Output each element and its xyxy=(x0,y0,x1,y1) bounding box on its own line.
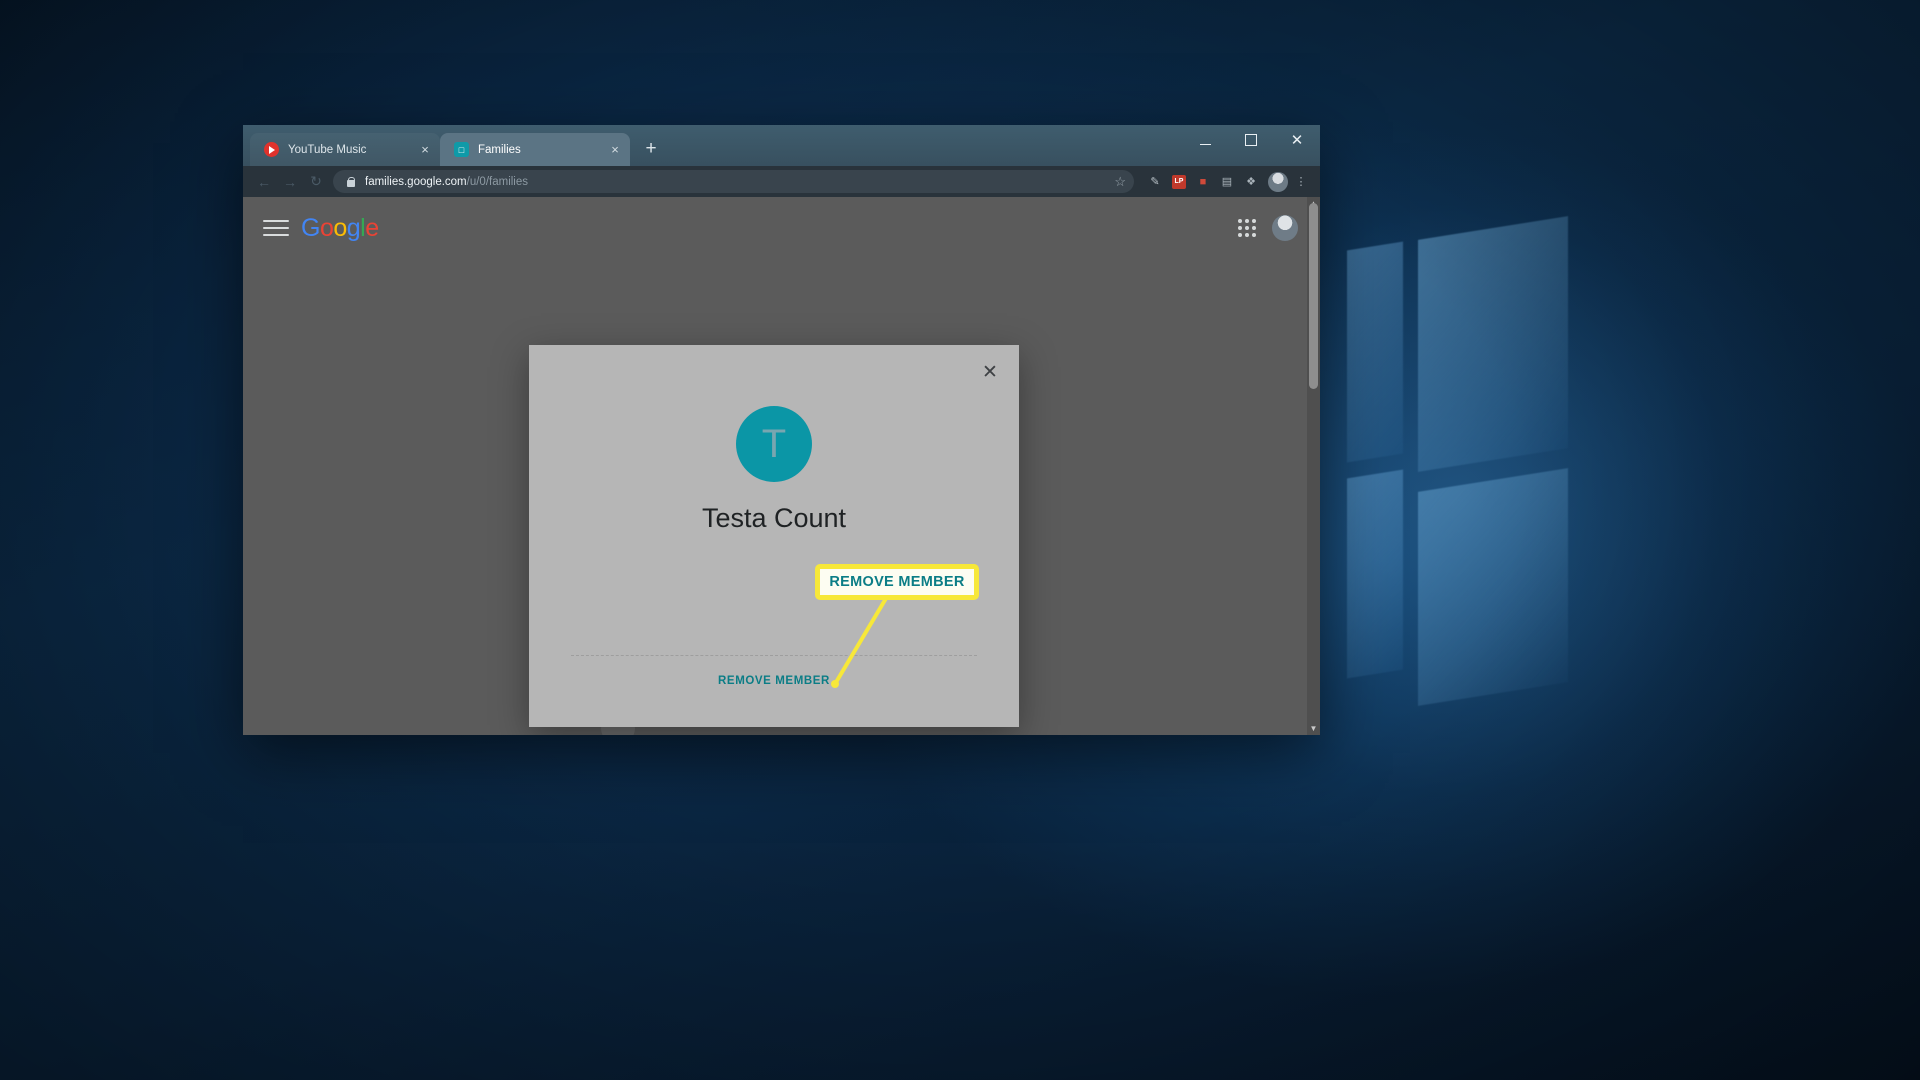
pen-extension-icon[interactable]: ✎ xyxy=(1144,171,1166,193)
minimize-button[interactable] xyxy=(1182,125,1228,155)
divider xyxy=(571,655,977,656)
browser-window: YouTube Music × □ Families × + ✕ ← → ↻ f… xyxy=(243,125,1320,735)
red-extension-icon[interactable]: ■ xyxy=(1192,171,1214,193)
logo-letter: o xyxy=(319,213,334,242)
archive-extension-icon[interactable]: ▤ xyxy=(1216,171,1238,193)
lock-icon xyxy=(345,176,356,187)
member-name: Testa Count xyxy=(701,503,847,533)
tab-close-icon[interactable]: × xyxy=(606,141,624,159)
page-scrollbar[interactable]: ▲ ▼ xyxy=(1307,197,1320,735)
tab-strip: YouTube Music × □ Families × + ✕ xyxy=(243,125,1320,166)
google-header: Google xyxy=(243,197,1320,259)
callout-highlight-box: REMOVE MEMBER xyxy=(815,564,979,600)
badge-extension-icon[interactable]: LP xyxy=(1168,171,1190,193)
puzzle-extension-icon[interactable]: ❖ xyxy=(1240,171,1262,193)
address-bar[interactable]: families.google.com/u/0/families ☆ xyxy=(333,170,1134,193)
forward-icon[interactable]: → xyxy=(277,169,303,195)
header-right-controls xyxy=(1238,215,1298,241)
callout-label: REMOVE MEMBER xyxy=(829,574,965,590)
scroll-down-icon[interactable]: ▼ xyxy=(1307,722,1320,735)
page-content: Google ✕ T Testa Count REMOVE MEMBER REM… xyxy=(243,197,1320,735)
remove-member-button[interactable]: REMOVE MEMBER xyxy=(529,675,1019,687)
google-logo: Google xyxy=(301,214,379,243)
member-detail-dialog: ✕ T Testa Count REMOVE MEMBER xyxy=(529,345,1019,727)
tab-title: Families xyxy=(478,143,521,156)
tab-families[interactable]: □ Families × xyxy=(440,133,630,166)
url-text: families.google.com/u/0/families xyxy=(365,176,528,188)
window-controls: ✕ xyxy=(1182,125,1320,155)
menu-icon[interactable]: ⋮ xyxy=(1290,171,1312,193)
profile-avatar[interactable] xyxy=(1268,171,1288,192)
new-tab-button[interactable]: + xyxy=(637,135,665,163)
back-icon[interactable]: ← xyxy=(251,169,277,195)
extension-badge: LP xyxy=(1172,174,1186,189)
google-apps-icon[interactable] xyxy=(1238,219,1256,237)
reload-icon[interactable]: ↻ xyxy=(303,169,329,195)
hamburger-menu-icon[interactable] xyxy=(263,215,289,241)
url-path: /u/0/families xyxy=(466,175,528,188)
logo-letter: o xyxy=(333,213,347,242)
url-host: families.google.com xyxy=(365,175,467,188)
tab-youtube-music[interactable]: YouTube Music × xyxy=(250,133,440,166)
account-avatar[interactable] xyxy=(1272,215,1298,241)
scrollbar-thumb[interactable] xyxy=(1309,203,1318,389)
youtube-music-icon xyxy=(264,142,279,157)
logo-letter: e xyxy=(365,213,379,242)
logo-letter: g xyxy=(346,213,361,242)
close-window-button[interactable]: ✕ xyxy=(1274,125,1320,155)
close-icon[interactable]: ✕ xyxy=(977,359,1003,385)
logo-letter: G xyxy=(301,213,320,242)
families-icon: □ xyxy=(454,142,469,157)
tab-close-icon[interactable]: × xyxy=(416,141,434,159)
member-avatar: T xyxy=(736,406,812,482)
browser-toolbar: ← → ↻ families.google.com/u/0/families ☆… xyxy=(243,166,1320,197)
tab-title: YouTube Music xyxy=(288,143,367,156)
bookmark-star-icon[interactable]: ☆ xyxy=(1106,174,1126,190)
maximize-button[interactable] xyxy=(1228,125,1274,155)
